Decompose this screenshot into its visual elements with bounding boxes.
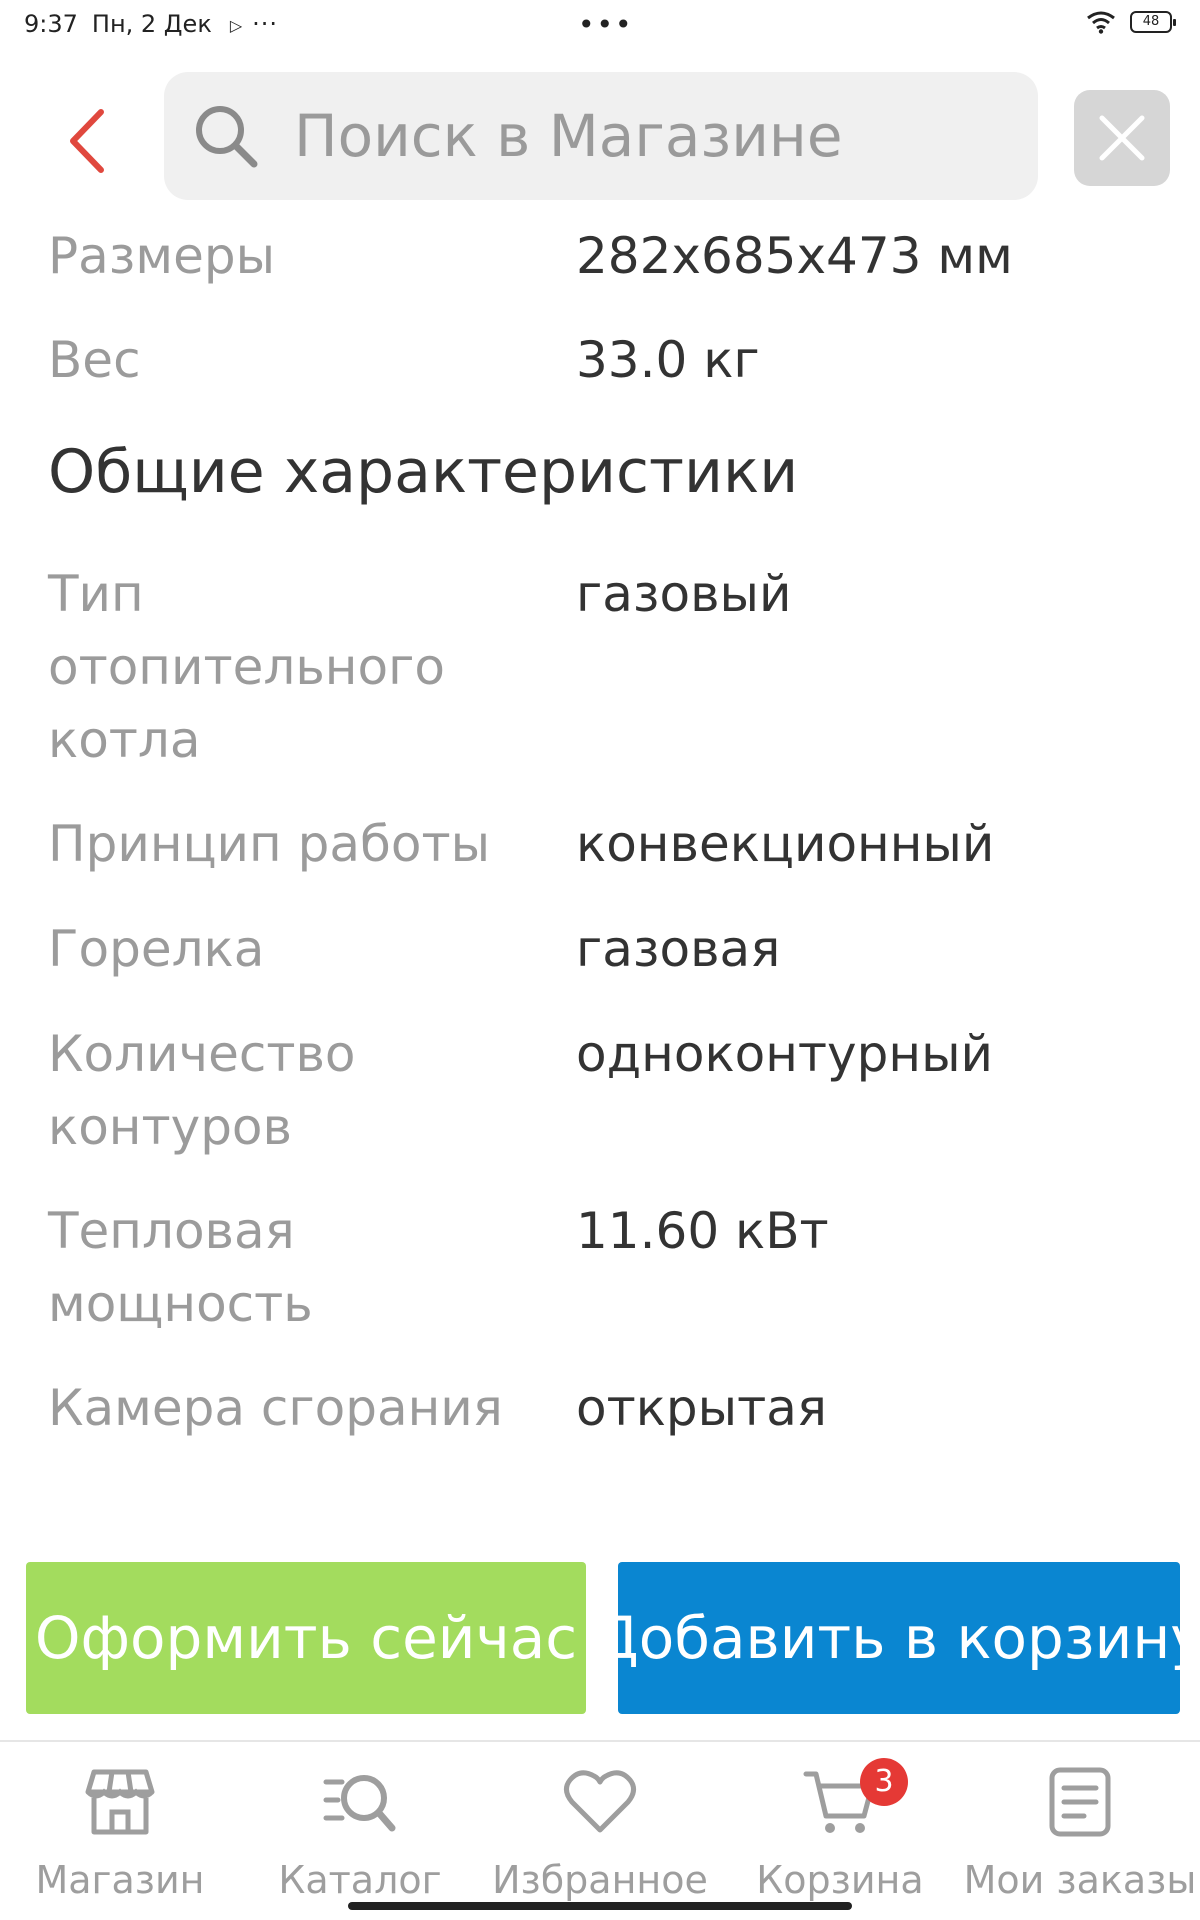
cast-icon: ▷ <box>229 15 243 35</box>
spec-label: Тип отопительного котла <box>48 565 445 769</box>
status-date: Пн, 2 Дек <box>91 10 212 38</box>
wifi-icon <box>1087 11 1115 34</box>
spec-value: газовый <box>576 565 792 623</box>
spec-label: Камера сгорания <box>48 1379 503 1437</box>
orders-icon <box>1049 1767 1111 1837</box>
nav-item-orders[interactable]: Мои заказы <box>960 1762 1200 1912</box>
home-indicator[interactable] <box>348 1902 852 1910</box>
spec-value: 282x685x473 мм <box>576 227 1013 285</box>
spec-label: Размеры <box>48 227 276 285</box>
spec-value: конвекционный <box>576 815 995 873</box>
add-to-cart-label: Добавить в корзину <box>618 1604 1180 1672</box>
search-icon <box>196 106 258 168</box>
status-left: 9:37 Пн, 2 Дек ▷ ··· <box>24 10 278 38</box>
spec-label: Тепловая мощность <box>48 1202 313 1333</box>
heart-icon <box>564 1770 636 1833</box>
battery-icon: 48 <box>1130 11 1176 33</box>
product-specs-screen: 9:37 Пн, 2 Дек ▷ ··· ••• 48 Поиск в Мага… <box>0 0 1200 1920</box>
search-box[interactable] <box>164 72 1038 200</box>
spec-value: одноконтурный <box>576 1025 994 1083</box>
more-notifications-icon: ··· <box>252 10 279 38</box>
spec-label: Вес <box>48 331 141 389</box>
nav-label: Магазин <box>35 1858 205 1902</box>
cart-badge: 3 <box>860 1758 908 1806</box>
add-to-cart-button[interactable]: Добавить в корзину <box>618 1562 1180 1714</box>
back-button[interactable] <box>52 96 122 186</box>
status-more-icon: ••• <box>578 8 634 41</box>
nav-label: Каталог <box>278 1858 442 1902</box>
spec-value: 11.60 кВт <box>576 1202 829 1260</box>
catalog-search-icon <box>323 1775 396 1832</box>
spec-value: газовая <box>576 920 781 978</box>
battery-level: 48 <box>1142 14 1160 29</box>
nav-item-catalog[interactable]: Каталог <box>240 1762 480 1912</box>
nav-label: Мои заказы <box>963 1858 1197 1902</box>
spec-label: Горелка <box>48 920 265 978</box>
status-right: 48 <box>1086 10 1176 34</box>
nav-label: Корзина <box>756 1858 924 1902</box>
spec-value: открытая <box>576 1379 827 1437</box>
clear-search-button[interactable] <box>1074 90 1170 186</box>
nav-label: Избранное <box>492 1858 708 1902</box>
checkout-now-label: Оформить сейчас <box>34 1604 578 1672</box>
status-bar: 9:37 Пн, 2 Дек ▷ ··· ••• 48 <box>0 0 1200 46</box>
status-time: 9:37 <box>24 10 78 38</box>
spec-label: Количество контуров <box>48 1025 356 1156</box>
checkout-now-button[interactable]: Оформить сейчас <box>26 1562 586 1714</box>
bottom-nav: Магазин Каталог Избранное 3 Корзина Мои … <box>0 1740 1200 1920</box>
search-input[interactable] <box>294 98 1014 174</box>
spec-value: 33.0 кг <box>576 331 760 389</box>
nav-item-store[interactable]: Магазин <box>0 1762 240 1912</box>
back-arrow-icon <box>70 109 104 173</box>
nav-item-cart[interactable]: 3 Корзина <box>720 1758 960 1912</box>
section-title: Общие характеристики <box>48 437 799 507</box>
store-icon <box>85 1769 155 1835</box>
close-icon <box>1099 115 1145 161</box>
nav-item-favorites[interactable]: Избранное <box>480 1762 720 1912</box>
top-bar <box>0 46 1200 216</box>
spec-label: Принцип работы <box>48 815 491 873</box>
